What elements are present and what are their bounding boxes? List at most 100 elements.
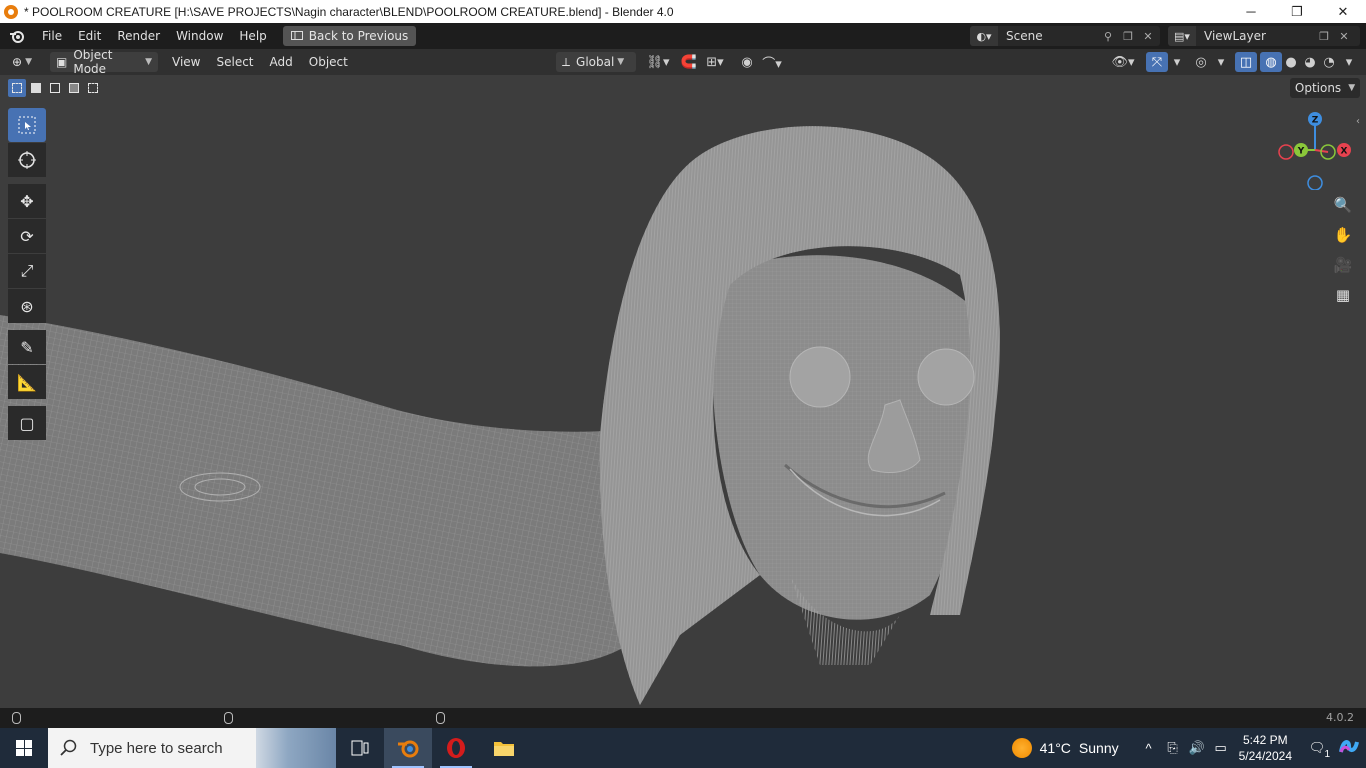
mode-selector[interactable]: ▣ Object Mode ▼ xyxy=(50,48,158,76)
snap-toggle-icon[interactable]: 🧲 xyxy=(678,52,700,72)
search-placeholder: Type here to search xyxy=(90,739,223,757)
mouse-right-icon xyxy=(436,712,445,724)
scale-tool-icon[interactable]: ⤢ xyxy=(8,254,46,288)
overlays-toggle-icon[interactable]: ◎ xyxy=(1190,52,1212,72)
clock-date: 5/24/2024 xyxy=(1238,749,1292,763)
taskbar-opera-icon[interactable] xyxy=(432,728,480,768)
menu-view[interactable]: View xyxy=(164,55,208,69)
view-layer-name[interactable]: ViewLayer xyxy=(1196,29,1314,43)
select-intersect-icon[interactable] xyxy=(84,79,102,97)
window-title: * POOLROOM CREATURE [H:\SAVE PROJECTS\Na… xyxy=(24,4,674,19)
camera-view-icon[interactable]: 🎥 xyxy=(1330,252,1356,278)
add-cube-tool-icon[interactable]: ▢ xyxy=(8,406,46,440)
sun-icon xyxy=(1011,738,1032,758)
selection-mode-group xyxy=(8,79,102,97)
measure-tool-icon[interactable]: 📐 xyxy=(8,365,46,399)
start-button[interactable] xyxy=(0,728,48,768)
menu-help[interactable]: Help xyxy=(231,23,274,49)
menu-edit[interactable]: Edit xyxy=(70,23,109,49)
xray-toggle-icon[interactable]: ◫ xyxy=(1235,52,1257,72)
windows-taskbar: Type here to search 41°C Sunny ^ ⎘ 🔊 ▭ 5… xyxy=(0,728,1366,768)
menu-object[interactable]: Object xyxy=(301,55,356,69)
navigation-gizmo[interactable]: Z Y X xyxy=(1274,110,1354,191)
mouse-left-icon xyxy=(12,712,21,724)
minimize-button[interactable]: ─ xyxy=(1228,0,1274,23)
visibility-icon[interactable]: 👁▾ xyxy=(1108,52,1138,72)
close-button[interactable]: ✕ xyxy=(1320,0,1366,23)
menu-render[interactable]: Render xyxy=(109,23,168,49)
select-new-icon[interactable] xyxy=(8,79,26,97)
menu-file[interactable]: File xyxy=(34,23,70,49)
display-icon[interactable]: ▭ xyxy=(1209,740,1233,756)
editor-type-icon[interactable]: ⊕ ▼ xyxy=(6,52,46,72)
transform-tool-icon[interactable]: ⊛ xyxy=(8,289,46,323)
overlays-options-icon[interactable]: ▾ xyxy=(1210,52,1232,72)
new-view-layer-icon[interactable]: ❐ xyxy=(1314,30,1334,43)
gizmo-x-label: X xyxy=(1341,147,1348,157)
scene-name[interactable]: Scene xyxy=(998,29,1098,43)
proportional-editing-icon[interactable]: ◉ xyxy=(736,52,758,72)
move-tool-icon[interactable]: ✥ xyxy=(8,184,46,218)
menu-window[interactable]: Window xyxy=(168,23,231,49)
sidebar-toggle-icon[interactable]: ‹ xyxy=(1356,116,1360,127)
pan-hand-icon[interactable]: ✋ xyxy=(1330,222,1356,248)
chevron-down-icon: ▼ xyxy=(1348,83,1356,93)
select-box-tool-icon[interactable] xyxy=(8,108,46,142)
back-to-previous-label: Back to Previous xyxy=(308,29,409,43)
select-extend-icon[interactable] xyxy=(27,79,45,97)
pin-icon[interactable]: ⚲ xyxy=(1098,30,1118,43)
options-label: Options xyxy=(1294,81,1342,95)
window-titlebar: * POOLROOM CREATURE [H:\SAVE PROJECTS\Na… xyxy=(0,0,1366,23)
falloff-icon[interactable]: ⌒▾ xyxy=(758,52,786,72)
transform-orientation-selector[interactable]: ⟂ Global ▼ xyxy=(556,52,636,72)
select-subtract-icon[interactable] xyxy=(46,79,64,97)
options-dropdown[interactable]: Options ▼ xyxy=(1290,78,1360,98)
view-layer-icon: ▤▾ xyxy=(1168,26,1196,46)
snap-target-icon[interactable]: ⊞▾ xyxy=(700,52,730,72)
taskbar-blender-icon[interactable] xyxy=(384,728,432,768)
taskbar-clock[interactable]: 5:42 PM 5/24/2024 xyxy=(1239,732,1292,764)
taskbar-file-explorer-icon[interactable] xyxy=(480,728,528,768)
new-scene-icon[interactable]: ❐ xyxy=(1118,30,1138,43)
zoom-icon[interactable]: 🔍 xyxy=(1330,192,1356,218)
orientation-label: Global xyxy=(576,55,615,69)
cursor-tool-icon[interactable] xyxy=(8,143,46,177)
annotate-tool-icon[interactable]: ✎ xyxy=(8,330,46,364)
object-mode-icon: ▣ xyxy=(56,55,68,69)
back-to-previous-button[interactable]: Back to Previous xyxy=(282,26,417,46)
scene-selector[interactable]: ◐▾ Scene ⚲ ❐ ✕ xyxy=(970,26,1160,46)
wireframe-shading-icon[interactable]: ◍ xyxy=(1260,52,1282,72)
blender-logo-icon[interactable] xyxy=(0,23,34,49)
taskbar-search[interactable]: Type here to search xyxy=(48,728,336,768)
menu-add[interactable]: Add xyxy=(262,55,301,69)
copilot-icon[interactable] xyxy=(1332,738,1366,759)
delete-view-layer-icon[interactable]: ✕ xyxy=(1334,30,1354,43)
gizmo-options-icon[interactable]: ▾ xyxy=(1166,52,1188,72)
delete-scene-icon[interactable]: ✕ xyxy=(1138,30,1158,43)
status-bar: 4.0.2 xyxy=(0,708,1366,728)
perspective-grid-icon[interactable]: ▦ xyxy=(1330,282,1356,308)
maximize-button[interactable]: ❐ xyxy=(1274,0,1320,23)
pivot-point-icon[interactable]: ⛓▾ xyxy=(644,52,672,72)
orientation-icon: ⟂ xyxy=(562,54,571,69)
gizmo-toggle-icon[interactable]: ⤧ xyxy=(1146,52,1168,72)
mode-label: Object Mode xyxy=(73,48,113,76)
menu-select[interactable]: Select xyxy=(208,55,261,69)
rendered-shading-icon[interactable]: ◔ xyxy=(1318,52,1340,72)
shading-options-icon[interactable]: ▾ xyxy=(1338,52,1360,72)
task-view-icon[interactable] xyxy=(336,728,384,768)
weather-text: Sunny xyxy=(1078,740,1119,756)
3d-viewport[interactable] xyxy=(0,75,1366,708)
view-layer-selector[interactable]: ▤▾ ViewLayer ❐ ✕ xyxy=(1168,26,1360,46)
volume-icon[interactable]: 🔊 xyxy=(1185,740,1209,756)
system-tray: 41°C Sunny ^ ⎘ 🔊 ▭ 5:42 PM 5/24/2024 🗨 1 xyxy=(1011,728,1366,768)
clock-time: 5:42 PM xyxy=(1242,733,1288,747)
notification-center-icon[interactable]: 🗨 1 xyxy=(1302,740,1332,760)
select-invert-icon[interactable] xyxy=(65,79,83,97)
search-highlight-image xyxy=(256,728,336,768)
rotate-tool-icon[interactable]: ⟳ xyxy=(8,219,46,253)
weather-widget[interactable]: 41°C Sunny xyxy=(1011,738,1119,758)
chevron-up-icon[interactable]: ^ xyxy=(1137,741,1161,756)
network-device-icon[interactable]: ⎘ xyxy=(1161,740,1185,756)
screen-icon xyxy=(290,31,303,40)
